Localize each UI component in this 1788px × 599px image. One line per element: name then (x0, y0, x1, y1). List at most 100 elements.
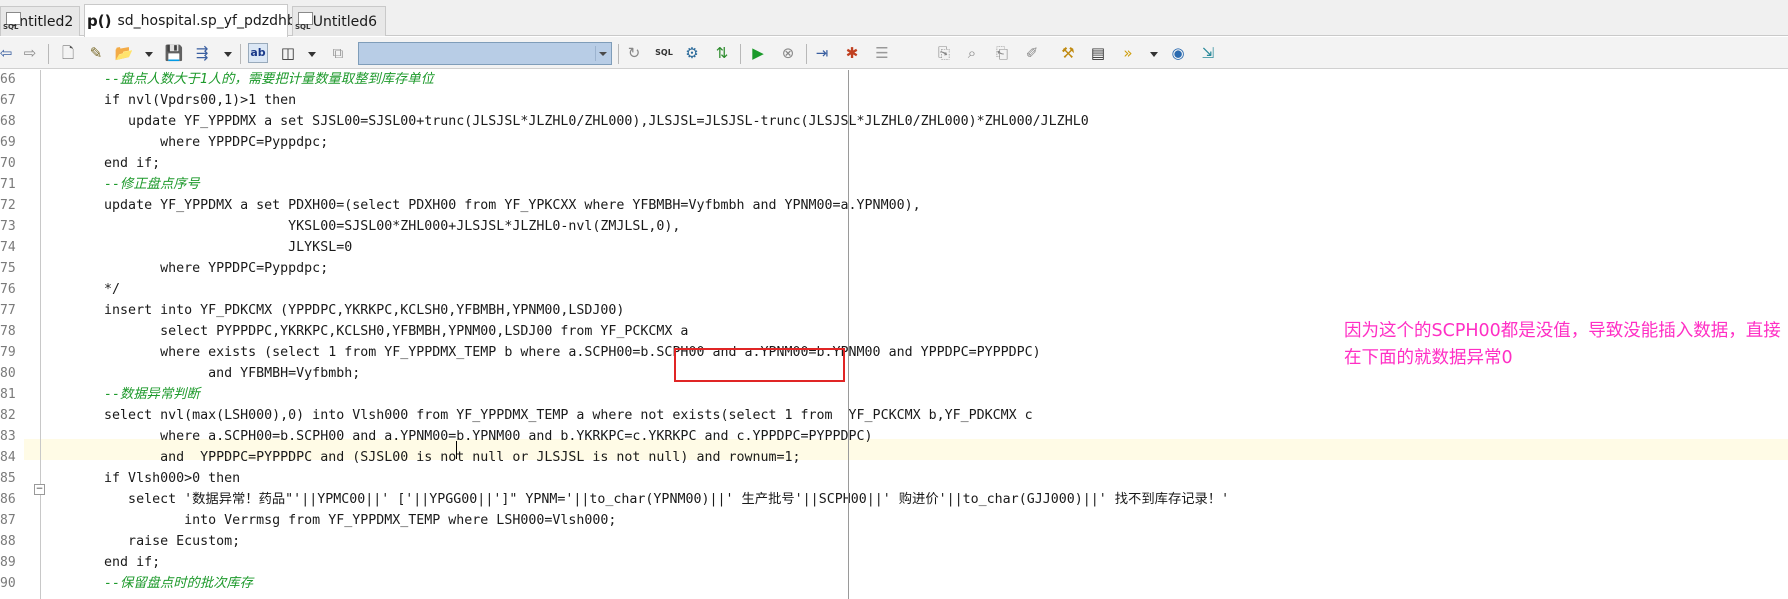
line-number: 68 (0, 114, 16, 129)
code-line: update YF_YPPDMX a set PDXH00=(select PD… (40, 198, 921, 213)
line-number: 70 (0, 156, 16, 171)
forward-arrow-icon[interactable]: ⇨ (20, 43, 40, 63)
code-line: --盘点人数大于1人的，需要把计量数量取整到库存单位 (40, 72, 434, 87)
code-line: if nvl(Vpdrs00,1)>1 then (40, 93, 297, 108)
code-line: --保留盘点时的批次库存 (40, 576, 254, 591)
code-line: JLYKSL=0 (40, 240, 353, 255)
tab-label: sd_hospital.sp_yf_pdzdhb (117, 13, 296, 29)
editor-tab-bar: Untitled2 p() sd_hospital.sp_yf_pdzdhb U… (0, 0, 1788, 37)
new-file-icon[interactable]: 🗋 (58, 43, 78, 63)
open-folder-icon[interactable]: 📂 (114, 43, 134, 63)
line-number: 66 (0, 72, 16, 87)
code-line: select nvl(max(LSH000),0) into Vlsh000 f… (40, 408, 1033, 423)
toolbar-separator (740, 44, 741, 64)
line-number: 82 (0, 408, 16, 423)
toolbar-separator (618, 44, 619, 64)
refresh-icon[interactable]: ↻ (624, 43, 644, 63)
help-icon[interactable]: ◉ (1168, 43, 1188, 63)
line-number: 71 (0, 177, 16, 192)
execute-menu-icon[interactable]: ⇶ (192, 43, 212, 63)
connection-combo[interactable] (358, 42, 612, 65)
code-line: and YPPDPC=PYPPDPC and (SJSL00 is not nu… (40, 450, 801, 465)
new-object-icon[interactable]: ✎ (86, 43, 106, 63)
code-line: where YPPDPC=Pyppdpc; (40, 135, 329, 150)
code-line: end if; (40, 555, 161, 570)
tab-untitled2[interactable]: Untitled2 (0, 6, 80, 36)
code-line: raise Ecustom; (40, 534, 241, 549)
chevron-down-icon[interactable] (224, 52, 232, 57)
line-number: 76 (0, 282, 16, 297)
line-number: 74 (0, 240, 16, 255)
chart-icon[interactable]: ▤ (1088, 43, 1108, 63)
layout-icon[interactable]: ◫ (278, 43, 298, 63)
code-line: where a.SCPH00=b.SCPH00 and a.YPNM00=b.Y… (40, 429, 873, 444)
back-arrow-icon[interactable]: ⇦ (0, 43, 16, 63)
refresh-icon[interactable]: ⧉ (328, 43, 348, 63)
annotation-note: 因为这个的SCPH00都是没值，导致没能插入数据，直接在下面的就数据异常0 (1344, 321, 1781, 368)
step-icon[interactable]: ⇥ (812, 43, 832, 63)
highlight-box (674, 348, 845, 382)
run-icon[interactable]: ▶ (748, 43, 768, 63)
code-line: update YF_YPPDMX a set SJSL00=SJSL00+tru… (40, 114, 1089, 129)
toolbar-separator (240, 44, 241, 64)
explain-icon[interactable]: ⚙ (682, 43, 702, 63)
line-number: 73 (0, 219, 16, 234)
sql-file-icon (295, 11, 313, 33)
line-number: 75 (0, 261, 16, 276)
copy-icon[interactable]: ⎘ (934, 43, 954, 63)
line-number: 90 (0, 576, 16, 591)
code-line: --数据异常判断 (40, 387, 200, 402)
line-number: 77 (0, 303, 16, 318)
forward-all-icon[interactable]: » (1118, 43, 1138, 63)
sql-icon[interactable]: SQL (654, 43, 674, 63)
list-icon[interactable]: ☰ (872, 43, 892, 63)
code-line: where YPPDPC=Pyppdpc; (40, 261, 329, 276)
line-number: 67 (0, 93, 16, 108)
chevron-down-icon[interactable] (145, 52, 153, 57)
line-number: 79 (0, 345, 16, 360)
line-number: 87 (0, 513, 16, 528)
code-line: if Vlsh000>0 then (40, 471, 241, 486)
edit-icon[interactable]: ✐ (1022, 43, 1042, 63)
debug-icon[interactable]: ✱ (842, 43, 862, 63)
tab-label: Untitled6 (312, 13, 377, 30)
line-number: 72 (0, 198, 16, 213)
line-number: 84 (0, 450, 16, 465)
line-number: 89 (0, 555, 16, 570)
line-number: 80 (0, 366, 16, 381)
code-line: end if; (40, 156, 161, 171)
compile-icon[interactable]: ⇅ (712, 43, 732, 63)
toolbar-separator (806, 44, 807, 64)
chevron-down-icon[interactable] (595, 46, 609, 61)
tab-sp-yf-pdzdhb[interactable]: p() sd_hospital.sp_yf_pdzdhb (84, 4, 296, 37)
line-number: 88 (0, 534, 16, 549)
paste-icon[interactable]: ⎗ (992, 43, 1012, 63)
code-line: --修正盘点序号 (40, 177, 200, 192)
main-toolbar: ⇦ ⇨ 🗋 ✎ 📂 💾 ⇶ ab ◫ ⧉ ↻ SQL ⚙ ⇅ ▶ ⊗ ⇥ ✱ ☰… (0, 37, 1788, 69)
chevron-down-icon[interactable] (1150, 52, 1158, 57)
line-number: 81 (0, 387, 16, 402)
text-cursor (456, 441, 457, 459)
export-icon[interactable]: ⇲ (1198, 43, 1218, 63)
tab-untitled6[interactable]: Untitled6 (292, 6, 386, 36)
find-icon[interactable]: ⌕ (962, 43, 982, 63)
line-number: 69 (0, 135, 16, 150)
code-editor[interactable]: 66 67 68 69 70 71 72 73 74 75 76 77 78 7… (0, 70, 1788, 599)
autocomplete-icon[interactable]: ab (248, 43, 268, 63)
line-number: 83 (0, 429, 16, 444)
chevron-down-icon[interactable] (308, 52, 316, 57)
procedure-icon: p() (87, 12, 112, 30)
code-line: into Verrmsg from YF_YPPDMX_TEMP where L… (40, 513, 617, 528)
save-icon[interactable]: 💾 (164, 43, 184, 63)
code-line: YKSL00=SJSL00*ZHL000+JLSJSL*JLZHL0-nvl(Z… (40, 219, 681, 234)
code-line: select '数据异常！药品"'||YPMC00||' ['||YPGG00|… (40, 492, 1230, 507)
right-margin-guide (848, 70, 849, 599)
line-number: 85 (0, 471, 16, 486)
toolbar-separator (48, 44, 49, 64)
code-line: */ (40, 282, 121, 297)
stop-icon[interactable]: ⊗ (778, 43, 798, 63)
line-number-gutter: 66 67 68 69 70 71 72 73 74 75 76 77 78 7… (0, 70, 24, 599)
tools-icon[interactable]: ⚒ (1058, 43, 1078, 63)
line-number: 78 (0, 324, 16, 339)
line-number: 86 (0, 492, 16, 507)
